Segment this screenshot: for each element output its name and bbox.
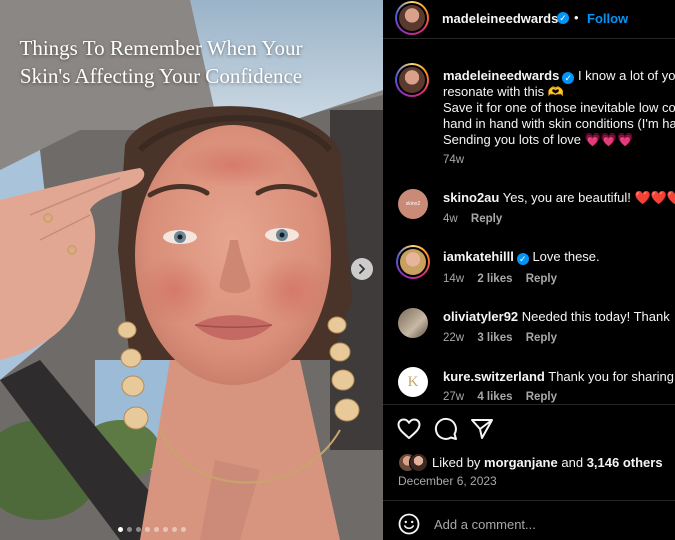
emoji-button[interactable]: [398, 513, 420, 540]
reply-button[interactable]: Reply: [471, 213, 502, 225]
post-date[interactable]: December 6, 2023: [398, 474, 497, 488]
author-avatar[interactable]: [395, 1, 429, 35]
comment-text: Needed this today! Thank: [521, 309, 670, 324]
liker-avatar: [409, 453, 428, 472]
comment-text: Yes, you are beautiful! ❤️❤️❤️: [502, 190, 675, 205]
follow-button[interactable]: Follow: [587, 11, 628, 26]
carousel-next-button[interactable]: [351, 258, 373, 280]
liked-by-summary: Liked by morganjane and 3,146 others: [432, 455, 663, 470]
caption-line-3: Save it for one of those inevitable low …: [443, 100, 675, 115]
liked-by-prefix: Liked by: [432, 455, 481, 470]
comment-body: iamkatehilll ✓ Love these.: [443, 249, 600, 265]
comment-likes[interactable]: 3 likes: [477, 332, 512, 344]
comment-input[interactable]: Add a comment...: [434, 517, 536, 532]
verified-badge-icon: ✓: [557, 12, 569, 24]
comment-age[interactable]: 4w: [443, 213, 458, 225]
carousel-dot: [127, 527, 132, 532]
chevron-right-icon: [359, 264, 366, 274]
comment-text: Thank you for sharing: [548, 369, 674, 384]
share-button[interactable]: [470, 417, 494, 446]
comment-body: oliviatyler92 Needed this today! Thank: [443, 309, 670, 325]
comment-username[interactable]: iamkatehilll: [443, 249, 514, 264]
verified-badge-icon: ✓: [562, 72, 575, 84]
comment-text: Love these.: [532, 249, 600, 264]
post-overlay-title: Things To Remember When Your Skin's Affec…: [19, 36, 303, 88]
carousel-dot: [145, 527, 150, 532]
liked-by-avatars[interactable]: [398, 453, 432, 472]
carousel-dot: [163, 527, 168, 532]
add-comment-bar: Add a comment...: [383, 500, 675, 540]
post-caption: madeleineedwards ✓ I know a lot of yo res…: [443, 68, 675, 148]
reply-button[interactable]: Reply: [526, 332, 557, 344]
author-username[interactable]: madeleineedwards: [442, 11, 558, 26]
comment-age[interactable]: 27w: [443, 391, 464, 403]
carousel-dot: [154, 527, 159, 532]
post-header: madeleineedwards ✓ • Follow: [383, 0, 675, 39]
caption-username[interactable]: madeleineedwards: [443, 68, 559, 83]
header-separator: •: [574, 10, 579, 25]
caption-line-1: madeleineedwards ✓ I know a lot of yo: [443, 68, 675, 84]
post-image[interactable]: Things To Remember When Your Skin's Affec…: [0, 0, 383, 540]
commenter-avatar[interactable]: [396, 245, 430, 279]
comment-meta: 22w 3 likes Reply: [443, 332, 557, 344]
comment-button[interactable]: [434, 417, 458, 446]
comment-age[interactable]: 22w: [443, 332, 464, 344]
liked-by-and: and: [561, 455, 584, 470]
comment-meta: 14w 2 likes Reply: [443, 273, 557, 285]
share-icon: [471, 419, 493, 439]
commenter-avatar-logo: skino2: [405, 201, 421, 207]
post-details-panel: madeleineedwards ✓ • Follow madeleineedw…: [383, 0, 675, 540]
reply-button[interactable]: Reply: [526, 273, 557, 285]
carousel-dot: [118, 527, 123, 532]
carousel-dot: [181, 527, 186, 532]
emoji-icon: [398, 513, 420, 535]
action-divider: [383, 404, 675, 406]
commenter-avatar[interactable]: K: [398, 367, 428, 397]
comment-icon: [434, 417, 457, 440]
comment-meta: 27w 4 likes Reply: [443, 391, 557, 403]
caption-text: I know a lot of yo: [577, 68, 675, 83]
caption-author-avatar[interactable]: [395, 63, 429, 97]
heart-icon: [397, 418, 421, 439]
comment-likes[interactable]: 2 likes: [477, 273, 512, 285]
caption-line-2: resonate with this 🫶: [443, 84, 564, 99]
comment-meta: 4w Reply: [443, 213, 502, 225]
verified-badge-icon: ✓: [516, 253, 529, 265]
comment-likes[interactable]: 4 likes: [477, 391, 512, 403]
like-button[interactable]: [397, 418, 421, 445]
reply-button[interactable]: Reply: [526, 391, 557, 403]
comment-body: skino2au Yes, you are beautiful! ❤️❤️❤️: [443, 190, 675, 206]
caption-age[interactable]: 74w: [443, 154, 464, 166]
commenter-avatar[interactable]: skino2: [398, 189, 428, 219]
carousel-indicator: [118, 527, 186, 532]
commenter-avatar[interactable]: [398, 308, 428, 338]
liked-by-others[interactable]: 3,146 others: [587, 455, 663, 470]
caption-line-4: hand in hand with skin conditions (I'm h…: [443, 116, 675, 131]
caption-line-5: Sending you lots of love 💗💗💗: [443, 132, 634, 147]
liked-by-user[interactable]: morganjane: [484, 455, 558, 470]
comment-username[interactable]: skino2au: [443, 190, 499, 205]
commenter-avatar-logo: K: [407, 373, 419, 390]
comment-body: kure.switzerland Thank you for sharing: [443, 369, 674, 385]
comment-username[interactable]: oliviatyler92: [443, 309, 518, 324]
comment-username[interactable]: kure.switzerland: [443, 369, 545, 384]
comment-age[interactable]: 14w: [443, 273, 464, 285]
carousel-dot: [172, 527, 177, 532]
carousel-dot: [136, 527, 141, 532]
